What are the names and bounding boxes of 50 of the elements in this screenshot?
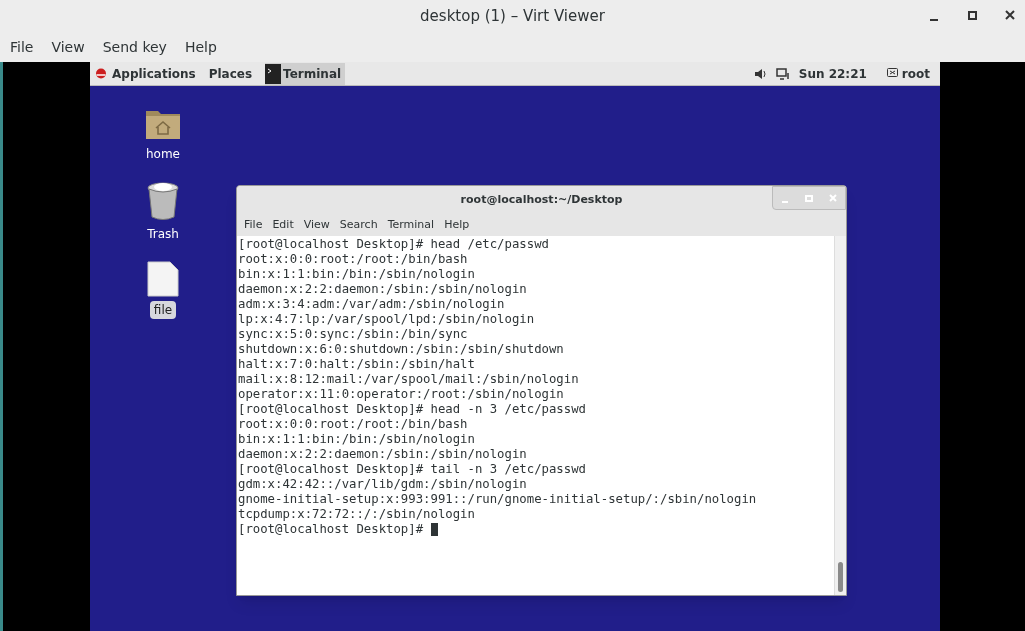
menu-item[interactable]: File [2,36,42,58]
icon-label: Trash [146,226,180,243]
terminal-icon [265,63,282,84]
close-icon [1005,10,1015,20]
terminal-line: mail:x:8:12:mail:/var/spool/mail:/sbin/nologin [238,372,580,387]
close-icon [829,194,837,202]
terminal-line: [root@localhost Desktop]# tail -n 3 /etc/passwd [238,462,587,477]
places-menu[interactable]: Places [208,64,253,83]
terminal-line: gnome-initial-setup:x:993:991::/run/gnome-initial-setup/:/sbin/nologin [238,492,758,507]
volume-icon[interactable] [753,67,767,80]
terminal-line: [root@localhost Desktop]# head -n 3 /etc/passwd [238,402,587,417]
terminal-line: [root@localhost Desktop]# [238,522,424,537]
menu-item[interactable]: Edit [267,216,299,234]
applications-menu[interactable]: Applications [95,64,196,83]
terminal-line: bin:x:1:1:bin:/bin:/sbin/nologin [238,267,476,282]
terminal-line: daemon:x:2:2:daemon:/sbin:/sbin/nologin [238,447,528,462]
text-cursor [431,523,439,536]
scrollbar-thumb[interactable] [838,562,843,592]
menu-item[interactable]: Help [176,36,225,58]
terminal-line: root:x:0:0:root:/root:/bin/bash [238,417,469,432]
terminal-title: root@localhost:~/Desktop [460,191,623,208]
clock[interactable]: Sun 22:21 [798,64,867,83]
terminal-line: gdm:x:42:42::/var/lib/gdm:/sbin/nologin [238,477,528,492]
terminal-line: daemon:x:2:2:daemon:/sbin:/sbin/nologin [238,282,528,297]
menu-item[interactable]: File [239,216,268,234]
window-title: desktop (1) – Virt Viewer [420,5,605,27]
terminal-line: adm:x:3:4:adm:/var/adm:/sbin/nologin [238,297,506,312]
menu-item[interactable]: View [43,36,93,58]
terminal-line: [root@localhost Desktop]# head /etc/passwd [238,237,550,252]
terminal-line: bin:x:1:1:bin:/bin:/sbin/nologin [238,432,476,447]
user-icon[interactable] [886,68,898,79]
scrollbar[interactable] [834,236,846,595]
trash-can-icon[interactable] [146,181,180,221]
terminal-line: lp:x:4:7:lp:/var/spool/lpd:/sbin/nologin [238,312,536,327]
icon-label: file [149,301,177,319]
terminal-line: tcpdump:x:72:72::/:/sbin/nologin [238,507,476,522]
menu-item[interactable]: Send key [94,36,175,58]
terminal-line: halt:x:7:0:halt:/sbin:/sbin/halt [238,357,476,372]
terminal-line: root:x:0:0:root:/root:/bin/bash [238,252,469,267]
user-name[interactable]: root [901,64,930,83]
menu-item[interactable]: Search [334,216,383,234]
terminal-line: shutdown:x:6:0:shutdown:/sbin:/sbin/shutdown [238,342,565,357]
terminal-line: sync:x:5:0:sync:/sbin:/bin/sync [238,327,469,342]
menu-item[interactable]: Help [439,216,475,234]
terminal-line: operator:x:11:0:operator:/root:/sbin/nologin [238,387,565,402]
document-icon[interactable] [147,261,179,297]
menu-item[interactable]: View [298,216,335,234]
menu-item[interactable]: Terminal [382,216,440,234]
icon-label: home [145,146,181,163]
taskbar-button[interactable]: Terminal [265,62,346,85]
